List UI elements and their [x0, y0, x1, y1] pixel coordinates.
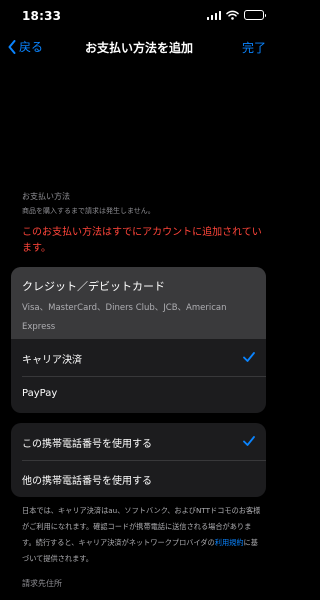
- use-other-phone-label: 他の携帯電話番号を使用する: [22, 476, 152, 487]
- error-message: このお支払い方法はすでにアカウントに追加されています。: [22, 227, 262, 254]
- page-title: お支払い方法を追加: [84, 41, 193, 55]
- carrier-billing-info: 日本では、キャリア決済はau、ソフトバンク、およびNTTドコモのお客様がご利用に…: [22, 503, 262, 567]
- carrier-billing-label: キャリア決済: [22, 355, 82, 366]
- status-icons: [206, 10, 266, 20]
- done-button[interactable]: 完了: [242, 39, 266, 56]
- payment-method-caption: お支払い方法: [22, 192, 70, 201]
- signal-icon: [206, 10, 221, 20]
- checkmark-icon: [243, 436, 255, 446]
- paypay-option[interactable]: PayPay: [11, 376, 266, 413]
- credit-debit-card-option[interactable]: クレジット／デビットカード Visa、MasterCard、Diners Clu…: [11, 267, 266, 339]
- status-bar: 18:33: [0, 0, 278, 28]
- use-this-phone-label: この携帯電話番号を使用する: [22, 439, 152, 450]
- terms-link[interactable]: 利用規約: [215, 538, 244, 547]
- paypay-label: PayPay: [22, 388, 58, 399]
- card-option-title: クレジット／デビットカード: [22, 280, 165, 293]
- card-brands: Visa、MasterCard、Diners Club、JCB、American…: [22, 303, 227, 332]
- checkmark-icon: [243, 352, 255, 362]
- use-other-phone-option[interactable]: 他の携帯電話番号を使用する: [11, 460, 266, 497]
- payment-method-list: クレジット／デビットカード Visa、MasterCard、Diners Clu…: [11, 267, 266, 413]
- wifi-icon: [226, 10, 239, 20]
- billing-address-caption: 請求先住所: [22, 579, 62, 588]
- phone-number-list: この携帯電話番号を使用する 他の携帯電話番号を使用する: [11, 423, 266, 497]
- row-separator: [22, 460, 266, 461]
- use-this-phone-option[interactable]: この携帯電話番号を使用する: [11, 423, 266, 460]
- payment-method-note: 商品を購入するまで請求は発生しません。: [22, 207, 155, 215]
- row-separator: [22, 376, 266, 377]
- navigation-bar: 戻る お支払い方法を追加 完了: [0, 33, 278, 61]
- carrier-billing-option[interactable]: キャリア決済: [11, 339, 266, 376]
- battery-icon: [244, 10, 266, 20]
- status-time: 18:33: [22, 9, 62, 23]
